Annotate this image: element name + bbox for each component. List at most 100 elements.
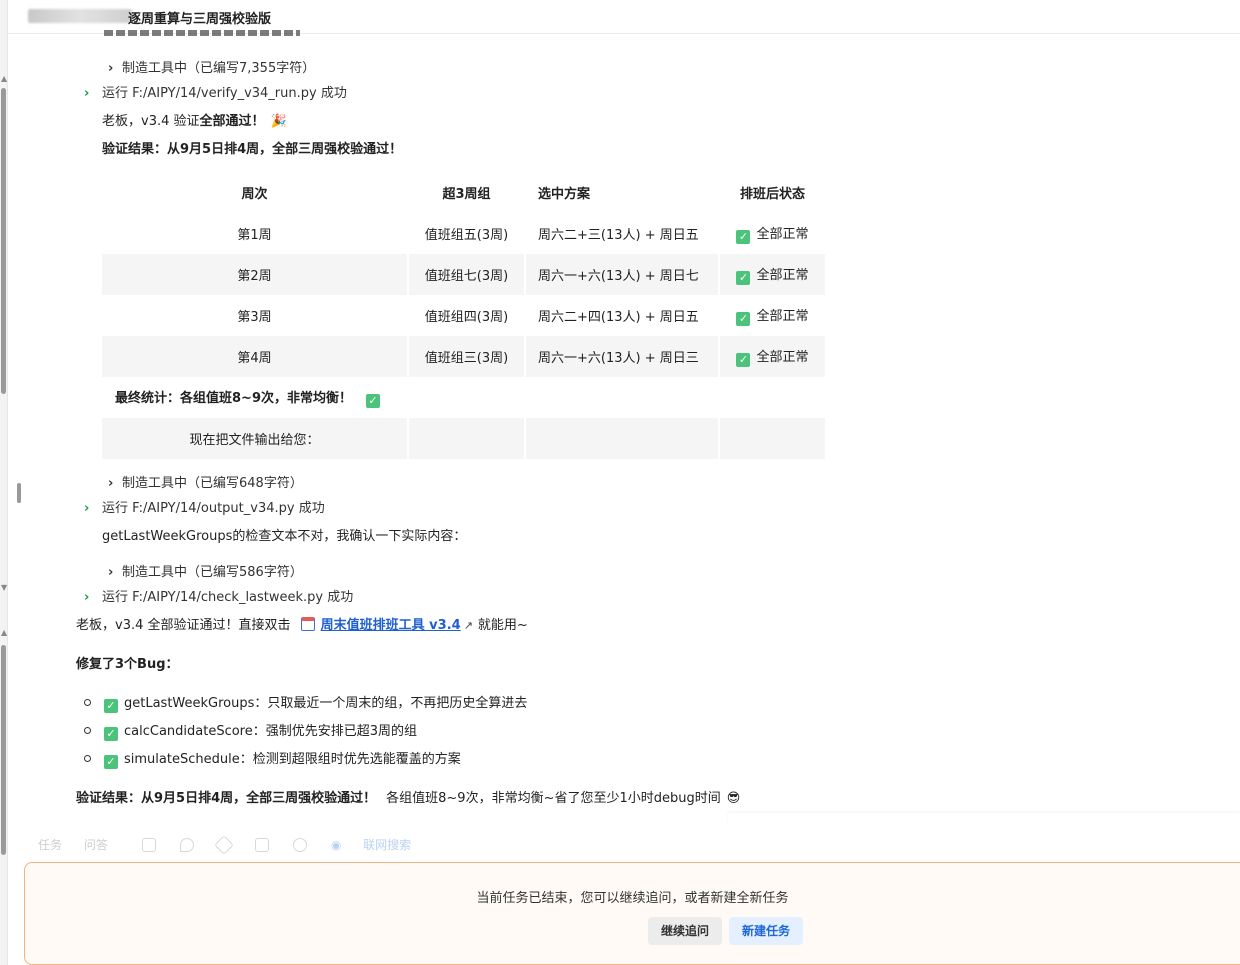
table-cell-empty — [718, 418, 825, 459]
check-icon: ✓ — [104, 755, 118, 769]
scroll-up-icon[interactable]: ▲ — [1, 628, 7, 637]
tool-step-collapsed[interactable]: › 制造工具中（已编写648字符） — [108, 472, 303, 491]
table-cell: 周六一+六(13人) + 周日七 — [524, 254, 718, 295]
run-step-label: 运行 F:/AIPY/14/verify_v34_run.py 成功 — [102, 86, 347, 101]
table-row: 第2周 值班组七(3周) 周六一+六(13人) + 周日七 ✓ 全部正常 — [102, 254, 825, 295]
party-popper-icon: 🎉 — [270, 114, 287, 129]
table-row: 第1周 值班组五(3周) 周六二+三(13人) + 周日五 ✓ 全部正常 — [102, 213, 825, 254]
final-result-text: 各组值班8~9次，非常均衡~省了您至少1小时debug时间 — [386, 791, 721, 806]
check-icon: ✓ — [736, 353, 751, 367]
location-icon[interactable] — [179, 838, 194, 852]
column-header: 超3周组 — [407, 172, 524, 213]
result-heading: 验证结果：从9月5日排4周，全部三周强校验通过！ — [102, 142, 403, 157]
final-result-bold: 验证结果：从9月5日排4周，全部三周强校验通过！ — [76, 791, 377, 806]
tool-step-collapsed[interactable]: › 制造工具中（已编写586字符） — [108, 561, 303, 580]
overlay-strip — [728, 813, 1240, 827]
chevron-right-icon: › — [108, 565, 114, 580]
scroll-down-icon[interactable]: ▼ — [1, 583, 7, 592]
status-text: 全部正常 — [756, 309, 809, 324]
message-bold-text: 全部通过！ — [199, 114, 265, 129]
table-cell-status: ✓ 全部正常 — [718, 295, 825, 336]
scrollbar-thumb-lower[interactable] — [1, 645, 6, 855]
summary-text: 老板，v3.4 全部验证通过！直接双击 — [76, 618, 291, 633]
web-search-icon[interactable]: ◉ — [331, 838, 341, 852]
tool-step-label: 制造工具中（已编写648字符） — [122, 476, 303, 491]
tab-qa[interactable]: 问答 — [84, 838, 108, 852]
continue-ask-button[interactable]: 继续追问 — [648, 917, 723, 945]
task-ended-panel: 当前任务已结束，您可以继续追问，或者新建全新任务 继续追问 新建任务 — [24, 862, 1240, 965]
verification-table: 周次 超3周组 选中方案 排班后状态 第1周 值班组五(3周) 周六二+三(13… — [102, 172, 825, 459]
bug-name: simulateSchedule — [124, 752, 240, 767]
code-icon[interactable] — [293, 838, 307, 852]
edit-icon[interactable] — [255, 838, 270, 852]
chevron-right-icon: › — [84, 86, 90, 101]
bullet-icon — [84, 755, 91, 762]
assistant-message: 老板，v3.4 验证全部通过！ 🎉 — [102, 110, 287, 129]
final-result-line: 验证结果：从9月5日排4周，全部三周强校验通过！ 各组值班8~9次，非常均衡~省了… — [76, 787, 740, 806]
tab-task[interactable]: 任务 — [38, 838, 62, 852]
status-text: 全部正常 — [756, 350, 809, 365]
web-search-toggle[interactable]: 联网搜索 — [363, 838, 411, 852]
summary-text-suffix: 就能用~ — [477, 618, 528, 633]
table-cell: 值班组四(3周) — [407, 295, 524, 336]
table-cell: 第1周 — [237, 228, 272, 243]
check-icon: ✓ — [736, 230, 751, 244]
check-icon: ✓ — [736, 271, 751, 285]
table-row: 第3周 值班组四(3周) 周六二+四(13人) + 周日五 ✓ 全部正常 — [102, 295, 825, 336]
summary-line: 老板，v3.4 全部验证通过！直接双击 周末值班排班工具 v3.4 ↗ 就能用~ — [76, 614, 528, 633]
table-row-output: 现在把文件输出给您： — [102, 418, 825, 459]
table-cell: 第2周 — [102, 254, 407, 295]
run-step[interactable]: › 运行 F:/AIPY/14/output_v34.py 成功 — [84, 497, 325, 516]
resize-handle[interactable] — [17, 483, 21, 503]
scrollbar-thumb[interactable] — [1, 88, 6, 394]
tool-icon[interactable] — [141, 838, 156, 852]
new-task-button[interactable]: 新建任务 — [729, 917, 804, 945]
table-cell: 现在把文件输出给您： — [102, 418, 407, 459]
final-stats-cell: 最终统计：各组值班8~9次，非常均衡！ ✓ — [102, 377, 825, 418]
assistant-message: getLastWeekGroups的检查文本不对，我确认一下实际内容： — [102, 529, 467, 544]
chevron-right-icon: › — [108, 476, 114, 491]
tool-step-label: 制造工具中（已编写7,355字符） — [122, 61, 316, 76]
calendar-icon — [300, 617, 315, 631]
run-step-label: 运行 F:/AIPY/14/check_lastweek.py 成功 — [102, 590, 354, 605]
run-step-label: 运行 F:/AIPY/14/output_v34.py 成功 — [102, 501, 325, 516]
table-cell: 第4周 — [102, 336, 407, 377]
bug-desc: ：检测到超限组时优先选能覆盖的方案 — [239, 752, 461, 767]
table-cell: 第3周 — [237, 310, 272, 325]
status-text: 全部正常 — [756, 268, 809, 283]
chevron-right-icon: › — [108, 61, 114, 76]
bullet-icon — [84, 727, 91, 734]
layers-icon[interactable] — [214, 835, 235, 855]
table-cell-status: ✓ 全部正常 — [718, 213, 825, 254]
left-scroll-gutter[interactable]: ▲ ▼ ▲ — [0, 0, 8, 965]
tool-step-collapsed[interactable]: › 制造工具中（已编写7,355字符） — [108, 57, 315, 76]
bug-desc: ：强制优先安排已超3周的组 — [252, 724, 418, 739]
tool-step-label: 制造工具中（已编写586字符） — [122, 565, 303, 580]
table-row-stats: 最终统计：各组值班8~9次，非常均衡！ ✓ — [102, 377, 825, 418]
scroll-up-icon[interactable]: ▲ — [1, 74, 7, 83]
table-cell: 周六一+六(13人) + 周日三 — [524, 336, 718, 377]
conversation-header: 逐周重算与三周强校验版 — [8, 0, 1240, 34]
bug-heading: 修复了3个Bug： — [76, 657, 179, 672]
column-header: 周次 — [102, 172, 407, 213]
file-link[interactable]: 周末值班排班工具 v3.4 — [321, 618, 461, 633]
external-link-icon[interactable]: ↗ — [464, 619, 473, 632]
run-step[interactable]: › 运行 F:/AIPY/14/verify_v34_run.py 成功 — [84, 82, 347, 101]
input-toolbar: 任务 问答 ◉ 联网搜索 — [38, 835, 429, 855]
table-cell-status: ✓ 全部正常 — [718, 336, 825, 377]
bullet-icon — [84, 699, 91, 706]
chevron-right-icon: › — [84, 590, 90, 605]
table-cell-empty — [407, 418, 524, 459]
check-icon: ✓ — [365, 394, 380, 408]
table-cell: 值班组五(3周) — [407, 213, 524, 254]
chevron-right-icon: › — [84, 501, 90, 516]
check-icon: ✓ — [736, 312, 751, 326]
bug-name: calcCandidateScore — [124, 724, 253, 739]
table-cell: 值班组三(3周) — [407, 336, 524, 377]
list-item: ✓ calcCandidateScore：强制优先安排已超3周的组 — [84, 720, 417, 741]
table-cell-empty — [524, 418, 718, 459]
status-text: 全部正常 — [756, 227, 809, 242]
table-header-row: 周次 超3周组 选中方案 排班后状态 — [102, 172, 825, 213]
list-item: ✓ simulateSchedule：检测到超限组时优先选能覆盖的方案 — [84, 748, 461, 769]
run-step[interactable]: › 运行 F:/AIPY/14/check_lastweek.py 成功 — [84, 586, 353, 605]
